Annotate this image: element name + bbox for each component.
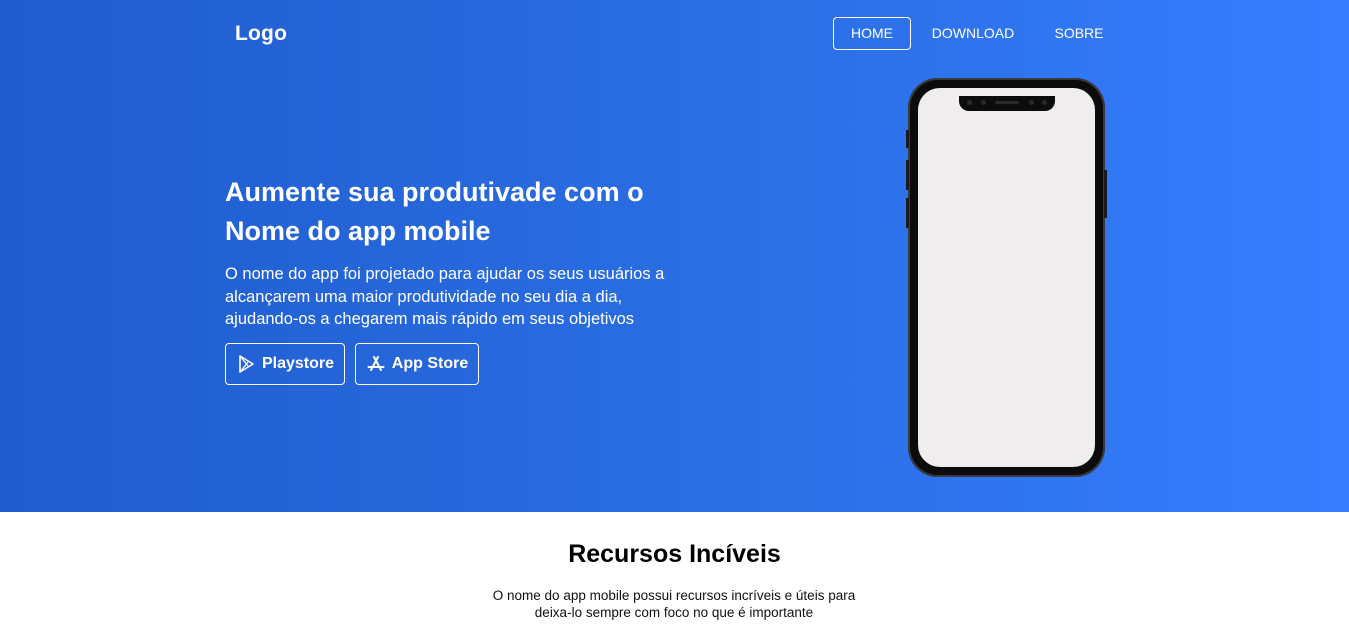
app-store-icon: [366, 354, 386, 374]
nav-download-link[interactable]: DOWNLOAD: [921, 17, 1025, 50]
hero-headline: Aumente sua produtivade com o Nome do ap…: [225, 177, 644, 246]
app-store-button[interactable]: App Store: [355, 343, 479, 385]
speaker-icon: [994, 101, 1019, 104]
features-description: O nome do app mobile possui recursos inc…: [492, 588, 856, 620]
main-nav: HOME DOWNLOAD SOBRE: [0, 17, 1349, 50]
sensor-icon: [980, 100, 986, 105]
phone-side-button: [1104, 170, 1107, 218]
phone-side-button: [906, 160, 909, 190]
smartphone-mockup: [906, 78, 1107, 477]
nav-sobre-link[interactable]: SOBRE: [1043, 17, 1115, 50]
hero-description: O nome do app foi projetado para ajudar …: [225, 265, 665, 328]
phone-side-button: [906, 198, 909, 228]
phone-notch: [958, 96, 1055, 111]
hero-section: Logo HOME DOWNLOAD SOBRE Aumente sua pro…: [0, 0, 1349, 512]
camera-icon: [1041, 100, 1047, 105]
camera-icon: [966, 100, 972, 105]
features-title: Recursos Incíveis: [568, 540, 781, 568]
sensor-icon: [1028, 100, 1034, 105]
phone-screen: [918, 88, 1095, 467]
playstore-label: Playstore: [261, 355, 335, 372]
google-play-icon: [236, 354, 256, 374]
nav-home-link[interactable]: HOME: [833, 17, 911, 50]
phone-side-button: [906, 130, 909, 148]
app-store-label: App Store: [391, 355, 469, 372]
playstore-button[interactable]: Playstore: [225, 343, 345, 385]
